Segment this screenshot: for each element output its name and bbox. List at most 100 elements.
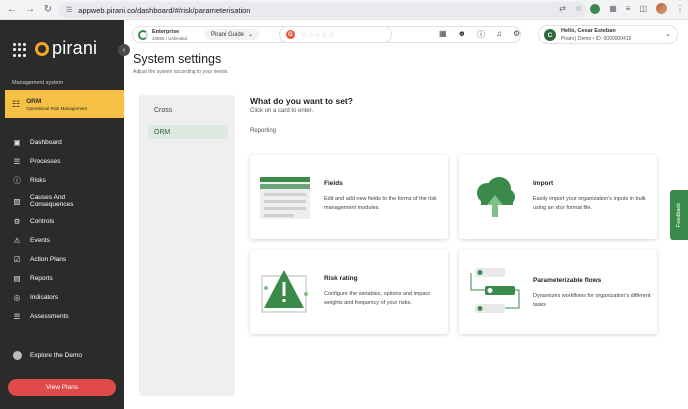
explore-demo-link[interactable]: Explore the Demo xyxy=(13,351,82,360)
demo-icon xyxy=(13,351,22,360)
feedback-tab[interactable]: Feedback xyxy=(670,190,688,240)
fields-card[interactable]: Fields Edit and add new fields to the fo… xyxy=(250,155,448,239)
sidebar-item-label: Controls xyxy=(30,218,55,225)
address-bar[interactable]: ☰ appweb.pirani.co/dashboard/#/risk/para… xyxy=(58,2,586,18)
url-text: appweb.pirani.co/dashboard/#/risk/parame… xyxy=(78,5,251,15)
sidebar-item-indicators[interactable]: ◎ Indicators xyxy=(0,288,124,307)
bell-icon[interactable]: ♫ xyxy=(496,29,502,40)
guide-label: Pirani Guide xyxy=(211,31,245,38)
explore-demo-label: Explore the Demo xyxy=(30,352,83,359)
chevron-down-icon: ⌄ xyxy=(665,31,671,38)
bookmark-star-icon[interactable]: ☆ xyxy=(575,4,582,13)
sidebar-item-action-plans[interactable]: ☑ Action Plans xyxy=(0,250,124,269)
sidebar-item-causes-consequences[interactable]: ▧ Causes And Consequences xyxy=(0,190,124,212)
alert-circle-icon: ⓘ xyxy=(13,176,21,185)
sidebar-item-label: Reports xyxy=(30,275,53,282)
app-header: Enterprise 33866 / Unlimited Pirani Guid… xyxy=(124,20,688,50)
avatar: C xyxy=(544,29,556,41)
monitor-icon: ▣ xyxy=(13,138,21,147)
target-icon: ◎ xyxy=(13,293,21,302)
logo-ring-icon xyxy=(35,41,49,56)
sidebar-item-label: Processes xyxy=(30,158,61,165)
chevron-down-icon: ⌄ xyxy=(248,32,254,38)
card-description: Easily import your organization's inputs… xyxy=(533,196,646,211)
risk-rating-card[interactable]: Risk rating Configure the variables, opt… xyxy=(250,250,448,334)
pirani-guide-button[interactable]: Pirani Guide ⌄ xyxy=(205,29,260,40)
list-icon: ☰ xyxy=(13,157,21,166)
import-card[interactable]: Import Easily import your organization's… xyxy=(459,155,657,239)
translate-icon[interactable]: ⇄ xyxy=(559,4,566,13)
browser-toolbar: ← → ↻ ☰ appweb.pirani.co/dashboard/#/ris… xyxy=(0,0,688,20)
sidebar-item-label: Action Plans xyxy=(30,256,67,263)
plan-usage: 33866 / Unlimited xyxy=(152,36,188,41)
forward-icon[interactable]: → xyxy=(22,2,38,18)
page-title: System settings xyxy=(133,52,222,66)
card-description: Dynamizes workflows for organization's d… xyxy=(533,293,651,308)
media-icon[interactable]: ◫ xyxy=(639,4,647,13)
cloud-upload-icon xyxy=(477,177,515,217)
plan-title: Enterprise xyxy=(152,29,180,35)
card-description: Configure the variables, options and imp… xyxy=(324,291,430,306)
management-system-label: Management system xyxy=(12,80,64,86)
card-title: Import xyxy=(533,180,554,187)
settings-gear-icon[interactable]: ⚙ xyxy=(513,29,520,40)
google-logo-icon: G xyxy=(286,30,295,39)
workflow-icon xyxy=(470,268,520,313)
apps-grid-icon[interactable] xyxy=(13,43,27,57)
feedback-label: Feedback xyxy=(676,202,682,228)
card-title: Parameterizable flows xyxy=(533,277,602,284)
sidebar-item-label: Assessments xyxy=(30,313,69,320)
sidebar-item-events[interactable]: ⚠ Events xyxy=(0,231,124,250)
extensions-puzzle-icon[interactable]: ▦ xyxy=(609,4,617,13)
view-plans-button[interactable]: View Plans xyxy=(8,379,116,396)
sidebar-item-processes[interactable]: ☰ Processes xyxy=(0,152,124,171)
extension-icon[interactable] xyxy=(590,3,601,14)
tab-orm[interactable]: ORM xyxy=(148,125,228,139)
browser-menu-icon[interactable]: ⋮ xyxy=(676,4,684,13)
settings-instruction: Click on a card to enter. xyxy=(250,108,314,114)
section-reporting: Reporting xyxy=(250,128,277,134)
orm-icon: ☷ xyxy=(12,98,21,109)
logo-text: pirani xyxy=(52,38,98,58)
settings-question: What do you want to set? xyxy=(250,96,353,106)
main-content: System settings Adjust the system accord… xyxy=(124,50,688,409)
add-user-icon[interactable]: ☻ xyxy=(458,29,466,40)
form-fields-icon xyxy=(260,177,310,219)
page-subtitle: Adjust the system according to your need… xyxy=(133,69,229,75)
user-menu[interactable]: C Hello, Cesar Esteban Pirani | Demo • I… xyxy=(538,25,678,44)
building-icon[interactable]: ▦ xyxy=(439,29,447,40)
back-icon[interactable]: ← xyxy=(4,2,20,18)
card-title: Fields xyxy=(324,180,343,187)
check-square-icon: ☑ xyxy=(13,255,21,264)
sidebar: pirani Management system ☷ ORM Operation… xyxy=(0,20,137,409)
sidebar-item-assessments[interactable]: ☰ Assessments xyxy=(0,307,124,326)
sidebar-item-controls[interactable]: ⚙ Controls xyxy=(0,212,124,231)
sidebar-item-label: Risks xyxy=(30,177,46,184)
file-icon: ▤ xyxy=(13,274,21,283)
orm-module-card[interactable]: ☷ ORM Operational Risk Management xyxy=(5,90,137,118)
card-description: Edit and add new fields to the forms of … xyxy=(324,196,437,211)
sidebar-item-reports[interactable]: ▤ Reports xyxy=(0,269,124,288)
sidebar-item-dashboard[interactable]: ▣ Dashboard xyxy=(0,133,124,152)
tab-search-icon[interactable]: ≡ xyxy=(626,4,631,13)
sidebar-item-label: Events xyxy=(30,237,50,244)
settings-tabs: Cross ORM xyxy=(139,95,235,396)
collapse-sidebar-icon[interactable]: ‹ xyxy=(118,44,130,56)
tab-cross[interactable]: Cross xyxy=(148,103,228,117)
reload-icon[interactable]: ↻ xyxy=(40,2,56,18)
parameterizable-flows-card[interactable]: Parameterizable flows Dynamizes workflow… xyxy=(459,250,657,334)
help-icon[interactable]: ⓘ xyxy=(477,29,485,40)
checklist-icon: ☰ xyxy=(13,312,21,321)
profile-avatar[interactable] xyxy=(656,3,667,14)
sidebar-item-label: Dashboard xyxy=(30,139,62,146)
sidebar-item-label: Indicators xyxy=(30,294,59,301)
card-title: Risk rating xyxy=(324,275,358,282)
user-greeting: Hello, Cesar Esteban xyxy=(561,28,616,34)
orm-title: ORM xyxy=(26,97,42,105)
rating-stars[interactable]: ☆☆☆☆☆ xyxy=(301,31,335,39)
pirani-logo: pirani xyxy=(35,38,97,59)
site-settings-icon[interactable]: ☰ xyxy=(66,6,72,14)
sliders-icon: ⚙ xyxy=(13,217,21,226)
risk-warning-icon xyxy=(261,270,308,313)
sidebar-item-risks[interactable]: ⓘ Risks xyxy=(0,171,124,190)
